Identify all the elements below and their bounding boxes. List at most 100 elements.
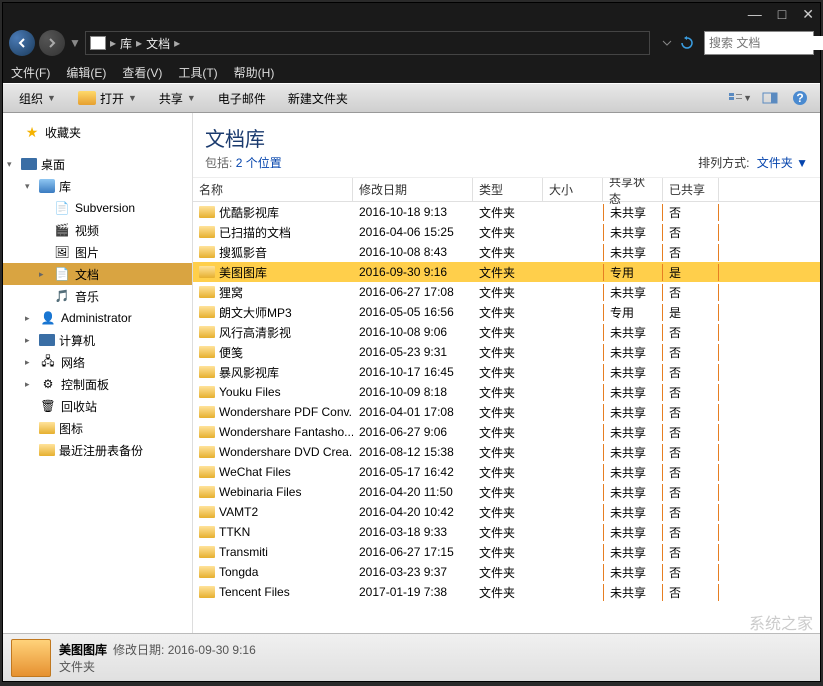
table-row[interactable]: VAMT2 2016-04-20 10:42 文件夹 未共享 否 <box>193 502 820 522</box>
history-dropdown[interactable]: ▼ <box>69 36 81 50</box>
file-name: 美图图库 <box>219 264 267 281</box>
column-size[interactable]: 大小 <box>543 178 603 201</box>
table-row[interactable]: Wondershare Fantasho... 2016-06-27 9:06 … <box>193 422 820 442</box>
sidebar-controlpanel[interactable]: ▸⚙控制面板 <box>3 373 192 395</box>
expand-icon[interactable]: ▾ <box>7 159 17 170</box>
expand-icon[interactable]: ▸ <box>25 313 35 324</box>
minimize-button[interactable]: — <box>748 7 762 21</box>
help-button[interactable]: ? <box>788 87 812 109</box>
folder-icon <box>199 426 215 438</box>
table-row[interactable]: 暴风影视库 2016-10-17 16:45 文件夹 未共享 否 <box>193 362 820 382</box>
folder-icon <box>90 36 106 50</box>
sidebar-icons[interactable]: 图标 <box>3 417 192 439</box>
file-shared: 是 <box>663 304 719 321</box>
table-row[interactable]: Wondershare PDF Conv... 2016-04-01 17:08… <box>193 402 820 422</box>
table-row[interactable]: Webinaria Files 2016-04-20 11:50 文件夹 未共享… <box>193 482 820 502</box>
table-row[interactable]: Wondershare DVD Crea... 2016-08-12 15:38… <box>193 442 820 462</box>
new-folder-button[interactable]: 新建文件夹 <box>280 87 356 110</box>
column-type[interactable]: 类型 <box>473 178 543 201</box>
address-bar[interactable]: ▸ 库 ▸ 文档 ▸ <box>85 31 650 55</box>
folder-icon <box>199 326 215 338</box>
folder-icon <box>199 546 215 558</box>
file-sharestatus: 未共享 <box>603 524 663 541</box>
sidebar-documents[interactable]: ▸📄文档 <box>3 263 192 285</box>
table-row[interactable]: TTKN 2016-03-18 9:33 文件夹 未共享 否 <box>193 522 820 542</box>
preview-pane-button[interactable] <box>758 87 782 109</box>
folder-icon <box>199 486 215 498</box>
table-row[interactable]: 已扫描的文档 2016-04-06 15:25 文件夹 未共享 否 <box>193 222 820 242</box>
back-button[interactable] <box>9 30 35 56</box>
table-row[interactable]: Tencent Files 2017-01-19 7:38 文件夹 未共享 否 <box>193 582 820 602</box>
menu-edit[interactable]: 编辑(E) <box>66 64 106 81</box>
refresh-icon[interactable] <box>680 36 694 50</box>
open-button[interactable]: 打开▼ <box>70 87 145 110</box>
expand-icon[interactable]: ▾ <box>25 181 35 192</box>
sidebar-pictures[interactable]: 🖼图片 <box>3 241 192 263</box>
file-name: Wondershare PDF Conv... <box>219 405 353 419</box>
file-date: 2016-06-27 17:08 <box>353 285 473 299</box>
sidebar-music[interactable]: 🎵音乐 <box>3 285 192 307</box>
table-row[interactable]: WeChat Files 2016-05-17 16:42 文件夹 未共享 否 <box>193 462 820 482</box>
view-options-button[interactable]: ▼ <box>728 87 752 109</box>
menu-view[interactable]: 查看(V) <box>122 64 162 81</box>
table-row[interactable]: Tongda 2016-03-23 9:37 文件夹 未共享 否 <box>193 562 820 582</box>
close-button[interactable]: ✕ <box>802 7 814 21</box>
email-button[interactable]: 电子邮件 <box>210 87 274 110</box>
breadcrumb-libraries[interactable]: 库 <box>120 35 132 52</box>
search-input[interactable] <box>705 36 823 50</box>
file-name: Tencent Files <box>219 585 290 599</box>
table-row[interactable]: 风行高清影视 2016-10-08 9:06 文件夹 未共享 否 <box>193 322 820 342</box>
column-shared[interactable]: 已共享 <box>663 178 719 201</box>
locations-link[interactable]: 2 个位置 <box>236 156 282 170</box>
library-title: 文档库 <box>205 123 698 152</box>
sidebar-administrator[interactable]: ▸👤Administrator <box>3 307 192 329</box>
sidebar-videos[interactable]: 🎬视频 <box>3 219 192 241</box>
menu-help[interactable]: 帮助(H) <box>234 64 275 81</box>
sidebar-subversion[interactable]: 📄Subversion <box>3 197 192 219</box>
sidebar-recent[interactable]: 最近注册表备份 <box>3 439 192 461</box>
share-button[interactable]: 共享▼ <box>151 87 204 110</box>
table-row[interactable]: 搜狐影音 2016-10-08 8:43 文件夹 未共享 否 <box>193 242 820 262</box>
sidebar-recyclebin[interactable]: 🗑回收站 <box>3 395 192 417</box>
file-shared: 否 <box>663 444 719 461</box>
column-date[interactable]: 修改日期 <box>353 178 473 201</box>
file-date: 2016-04-20 11:50 <box>353 485 473 499</box>
recyclebin-icon: 🗑 <box>39 398 57 414</box>
expand-icon[interactable]: ▸ <box>25 335 35 346</box>
music-icon: 🎵 <box>53 288 71 304</box>
breadcrumb-documents[interactable]: 文档 <box>146 35 170 52</box>
menu-file[interactable]: 文件(F) <box>11 64 50 81</box>
menu-tools[interactable]: 工具(T) <box>178 64 217 81</box>
search-box[interactable]: 🔍 <box>704 31 814 55</box>
column-sharestatus[interactable]: 共享状态 <box>603 178 663 201</box>
library-icon <box>39 179 55 193</box>
organize-button[interactable]: 组织▼ <box>11 87 64 110</box>
user-icon: 👤 <box>39 310 57 326</box>
chevron-down-icon[interactable] <box>660 36 674 50</box>
sidebar-computer[interactable]: ▸计算机 <box>3 329 192 351</box>
sidebar-libraries[interactable]: ▾库 <box>3 175 192 197</box>
expand-icon[interactable]: ▸ <box>39 269 49 280</box>
sort-dropdown[interactable]: 文件夹 ▼ <box>757 156 808 170</box>
table-row[interactable]: Youku Files 2016-10-09 8:18 文件夹 未共享 否 <box>193 382 820 402</box>
file-list[interactable]: 名称 修改日期 类型 大小 共享状态 已共享 优酷影视库 2016-10-18 … <box>193 178 820 633</box>
sidebar-favorites[interactable]: ★收藏夹 <box>3 121 192 143</box>
table-row[interactable]: Transmiti 2016-06-27 17:15 文件夹 未共享 否 <box>193 542 820 562</box>
table-row[interactable]: 优酷影视库 2016-10-18 9:13 文件夹 未共享 否 <box>193 202 820 222</box>
sidebar-desktop[interactable]: ▾桌面 <box>3 153 192 175</box>
expand-icon[interactable]: ▸ <box>25 357 35 368</box>
file-sharestatus: 未共享 <box>603 504 663 521</box>
file-sharestatus: 未共享 <box>603 324 663 341</box>
file-name: 已扫描的文档 <box>219 224 291 241</box>
expand-icon[interactable]: ▸ <box>25 379 35 390</box>
sidebar-network[interactable]: ▸🖧网络 <box>3 351 192 373</box>
maximize-button[interactable]: □ <box>778 7 786 21</box>
file-shared: 否 <box>663 564 719 581</box>
file-shared: 否 <box>663 464 719 481</box>
table-row[interactable]: 便笺 2016-05-23 9:31 文件夹 未共享 否 <box>193 342 820 362</box>
table-row[interactable]: 狸窝 2016-06-27 17:08 文件夹 未共享 否 <box>193 282 820 302</box>
table-row[interactable]: 朗文大师MP3 2016-05-05 16:56 文件夹 专用 是 <box>193 302 820 322</box>
column-name[interactable]: 名称 <box>193 178 353 201</box>
table-row[interactable]: 美图图库 2016-09-30 9:16 文件夹 专用 是 <box>193 262 820 282</box>
forward-button[interactable] <box>39 30 65 56</box>
